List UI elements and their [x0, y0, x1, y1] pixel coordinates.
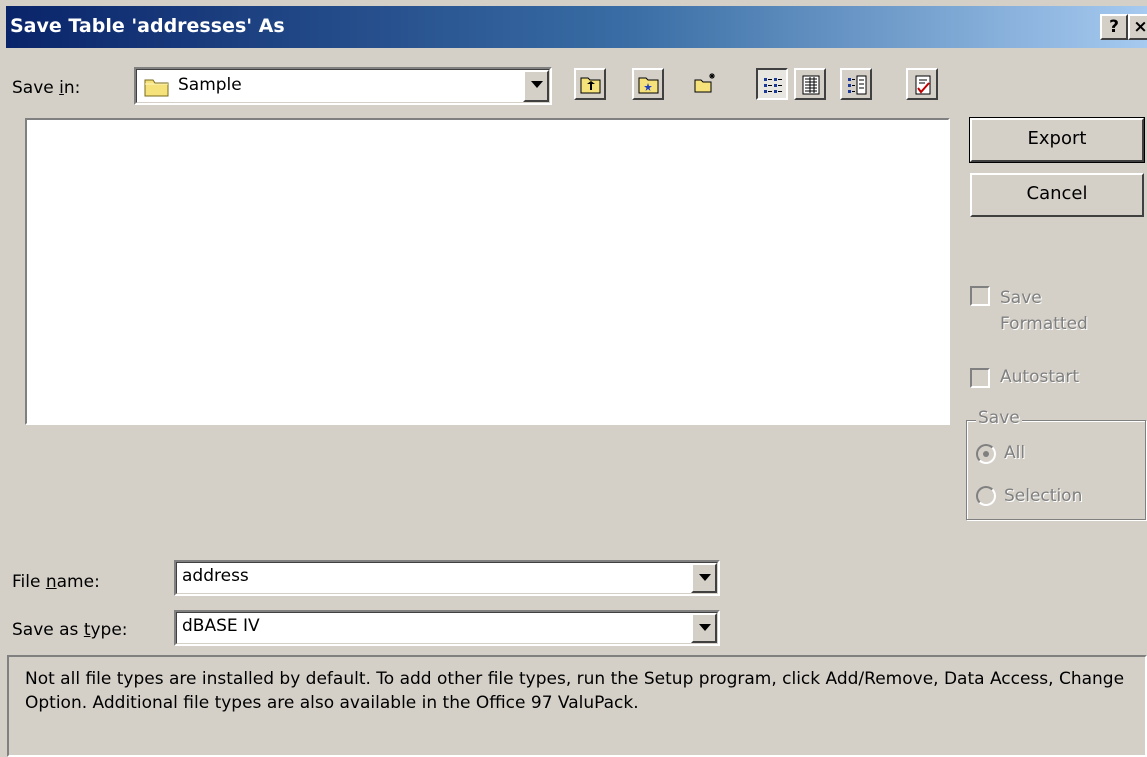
- info-text: Not all file types are installed by defa…: [25, 669, 1125, 713]
- file-list[interactable]: [25, 118, 950, 425]
- save-in-combo[interactable]: Sample: [134, 67, 552, 105]
- dialog-title: Save Table 'addresses' As: [10, 15, 285, 37]
- info-box: Not all file types are installed by defa…: [7, 655, 1147, 757]
- details-view-icon: [802, 75, 820, 95]
- create-new-folder-button[interactable]: [690, 68, 722, 100]
- up-one-level-icon: [580, 77, 601, 94]
- search-web-icon: [638, 77, 659, 94]
- save-as-type-label: Save as type:: [12, 620, 128, 640]
- save-as-dialog: Save Table 'addresses' As ? × Save in: S…: [0, 0, 1147, 757]
- all-radio[interactable]: [976, 444, 996, 464]
- list-view-icon: [764, 78, 782, 93]
- save-as-type-value: dBASE IV: [182, 616, 260, 636]
- save-as-type-combo[interactable]: dBASE IV: [174, 610, 720, 646]
- save-formatted-checkbox[interactable]: [970, 286, 990, 306]
- cancel-button[interactable]: Cancel: [970, 173, 1144, 217]
- commands-and-settings-button[interactable]: [906, 68, 938, 100]
- file-name-label: File name:: [12, 572, 100, 592]
- save-in-dropdown-button[interactable]: [523, 70, 549, 102]
- commands-and-settings-icon: [915, 75, 931, 95]
- folder-icon: [144, 76, 170, 103]
- up-one-level-button[interactable]: [574, 68, 606, 100]
- help-button[interactable]: ?: [1100, 14, 1128, 40]
- export-button[interactable]: Export: [969, 117, 1145, 163]
- save-as-type-dropdown-button[interactable]: [691, 613, 717, 643]
- file-name-combo[interactable]: address: [174, 560, 720, 596]
- list-view-button[interactable]: [756, 68, 788, 100]
- create-new-folder-icon: [694, 73, 715, 93]
- file-name-input[interactable]: address: [182, 566, 249, 586]
- title-bar: Save Table 'addresses' As ? ×: [6, 6, 1147, 48]
- details-view-button[interactable]: [794, 68, 826, 100]
- properties-view-button[interactable]: [840, 68, 872, 100]
- autostart-checkbox[interactable]: [970, 368, 990, 388]
- selection-radio[interactable]: [976, 486, 996, 506]
- selection-label: Selection: [1004, 486, 1083, 506]
- all-label: All: [1004, 443, 1026, 463]
- save-group-label: Save: [976, 408, 1022, 428]
- chevron-down-icon: [699, 574, 711, 581]
- chevron-down-icon: [699, 624, 711, 631]
- chevron-down-icon: [531, 81, 543, 88]
- save-in-value: Sample: [178, 75, 242, 95]
- search-web-button[interactable]: [632, 68, 664, 100]
- save-in-label: Save in:: [12, 78, 81, 98]
- save-formatted-label: Save Formatted: [1000, 288, 1088, 334]
- properties-view-icon: [848, 75, 867, 95]
- file-name-dropdown-button[interactable]: [691, 563, 717, 593]
- close-button[interactable]: ×: [1128, 14, 1147, 40]
- autostart-label: Autostart: [1000, 367, 1080, 387]
